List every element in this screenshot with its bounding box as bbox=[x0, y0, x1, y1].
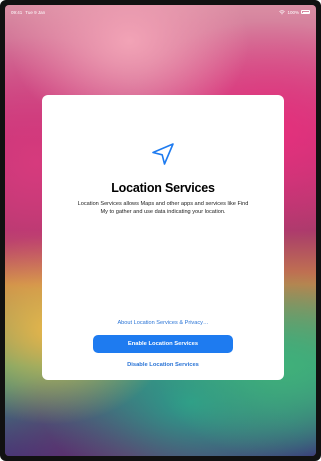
status-left: 09:41 Tue 9 Jan bbox=[11, 10, 45, 15]
device-frame: 09:41 Tue 9 Jan 100% Location Services L… bbox=[0, 0, 321, 461]
status-time: 09:41 bbox=[11, 9, 23, 15]
screen: 09:41 Tue 9 Jan 100% Location Services L… bbox=[5, 5, 316, 456]
battery-percent: 100% bbox=[287, 9, 299, 15]
privacy-link[interactable]: About Location Services & Privacy… bbox=[42, 320, 284, 326]
location-arrow-icon bbox=[152, 143, 174, 165]
battery-icon bbox=[301, 10, 310, 14]
dialog-description: Location Services allows Maps and other … bbox=[77, 201, 249, 215]
disable-location-services-button[interactable]: Disable Location Services bbox=[42, 362, 284, 368]
wifi-icon bbox=[279, 9, 286, 14]
enable-location-services-button[interactable]: Enable Location Services bbox=[93, 335, 233, 353]
status-right: 100% bbox=[279, 10, 310, 15]
location-services-dialog: Location Services Location Services allo… bbox=[42, 95, 284, 380]
status-date: Tue 9 Jan bbox=[25, 9, 46, 15]
dialog-title: Location Services bbox=[111, 181, 215, 195]
status-bar: 09:41 Tue 9 Jan 100% bbox=[5, 5, 316, 19]
